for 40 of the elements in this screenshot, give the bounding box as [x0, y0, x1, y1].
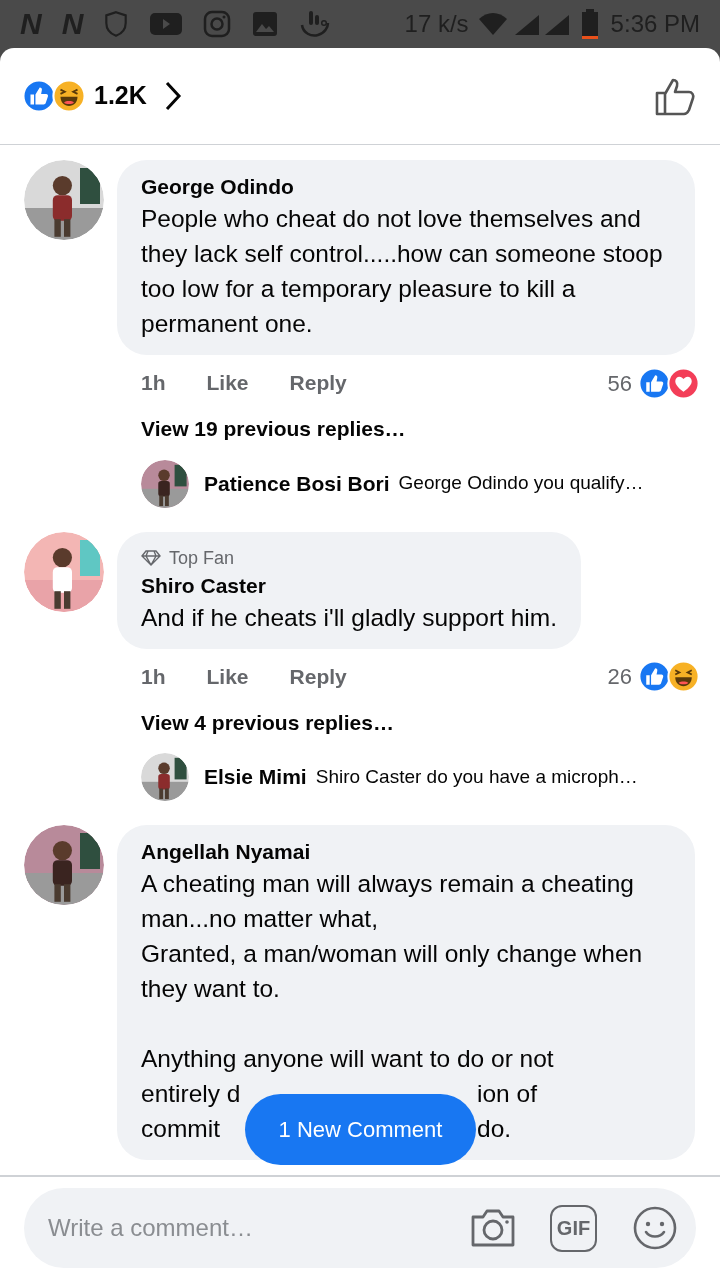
comment-time: 1h	[141, 663, 166, 690]
top-fan-label: Top Fan	[169, 546, 235, 570]
camera-icon	[469, 1207, 517, 1249]
battery-icon	[580, 9, 599, 39]
reaction-count[interactable]: 1.2K	[94, 77, 147, 115]
wifi-icon	[476, 11, 509, 37]
comment-action-link[interactable]: Like	[206, 660, 249, 693]
hand-touch-icon	[299, 9, 332, 39]
reply-preview-text[interactable]: George Odindo you qualify…	[398, 469, 644, 498]
comment-text: commit	[141, 1114, 220, 1144]
comment-text: And if he cheats i'll gladly support him.	[141, 602, 557, 633]
reply-author[interactable]: Patience Bosi Bori	[204, 467, 390, 500]
comment-action-link[interactable]: Reply	[289, 367, 347, 399]
comment-time: 1h	[141, 370, 166, 397]
reply-preview-text[interactable]: Shiro Caster do you have a microph…	[315, 762, 638, 792]
view-replies-link[interactable]: View 4 previous replies…	[117, 706, 394, 738]
camera-outline-icon	[203, 10, 232, 38]
new-comment-button[interactable]: 1 New Comment	[245, 1094, 476, 1165]
comment-text: entirely d	[141, 1079, 241, 1109]
reaction-count[interactable]: 26	[607, 660, 632, 693]
emoji-icon	[632, 1205, 678, 1251]
comment-text: A cheating man will always remain a cheating man...no matter what, Granted, a man/woman will only change when they want to.	[141, 869, 644, 1004]
diamond-icon	[141, 550, 161, 566]
comment-action-link[interactable]: Like	[206, 367, 249, 399]
comment-action-link[interactable]: Reply	[289, 660, 347, 693]
gif-button[interactable]: GIF	[550, 1204, 597, 1252]
comment-text: Anything anyone will want to do or not	[141, 1044, 555, 1074]
reaction-count[interactable]: 56	[607, 366, 632, 400]
commenter-name[interactable]: Shiro Caster	[141, 571, 557, 600]
view-replies-link[interactable]: View 19 previous replies…	[117, 413, 406, 445]
commenter-name[interactable]: George Odindo	[141, 173, 671, 201]
commenter-name[interactable]: Angellah Nyamai	[141, 838, 671, 866]
comment-text: do.	[477, 1114, 512, 1144]
reply-author[interactable]: Elsie Mimi	[204, 761, 307, 793]
comment-text: ion of	[477, 1079, 537, 1109]
comment-text: People who cheat do not love themselves and they lack self control.....how can someone stoop too low for a temporary pleasure to kill a permanent one.	[141, 204, 664, 339]
image-icon	[251, 10, 280, 38]
shield-icon	[103, 10, 130, 38]
video-play-icon	[149, 11, 184, 37]
comment-input-field[interactable]: Write a comment… GIF	[24, 1188, 696, 1268]
